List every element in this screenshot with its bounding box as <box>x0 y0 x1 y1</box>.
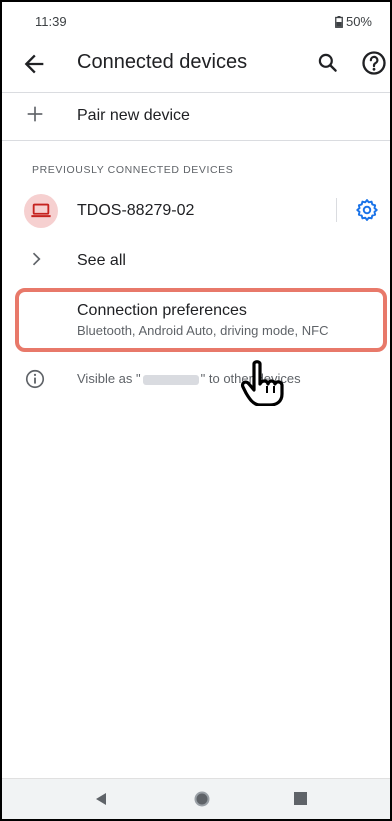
help-icon[interactable] <box>360 49 388 77</box>
status-time: 11:39 <box>35 14 67 29</box>
search-icon[interactable] <box>315 50 341 76</box>
page-title: Connected devices <box>77 51 248 73</box>
highlight-box <box>15 288 387 352</box>
info-icon <box>25 369 45 389</box>
see-all-label: See all <box>77 252 126 269</box>
status-right: 50% <box>335 14 372 29</box>
plus-icon <box>27 106 43 122</box>
status-bar: 11:39 50% <box>2 2 390 42</box>
see-all-row[interactable]: See all <box>2 240 390 280</box>
app-bar: Connected devices <box>2 42 390 86</box>
battery-level: 50% <box>345 14 372 29</box>
nav-recents-icon[interactable] <box>294 792 307 805</box>
redacted-device-name <box>142 374 199 385</box>
nav-home-icon[interactable] <box>194 791 210 807</box>
device-settings-separator <box>336 198 337 222</box>
hand-cursor-icon <box>240 360 284 406</box>
chevron-right-icon <box>32 252 41 266</box>
navigation-bar <box>2 778 390 819</box>
laptop-icon <box>31 203 51 218</box>
nav-back-icon[interactable] <box>94 792 108 806</box>
pair-new-device-label: Pair new device <box>77 107 190 124</box>
device-row[interactable]: TDOS-88279-02 <box>2 188 390 234</box>
pair-new-device-row[interactable]: Pair new device <box>2 95 390 135</box>
back-arrow-icon[interactable] <box>20 50 48 78</box>
section-divider <box>2 140 390 141</box>
device-avatar <box>24 194 58 228</box>
app-bar-divider <box>2 92 390 93</box>
visibility-prefix: Visible as " <box>77 371 141 386</box>
phone-screen: 11:39 50% Connected devices Pair new dev… <box>0 0 392 821</box>
gear-icon[interactable] <box>354 197 380 223</box>
section-header: PREVIOUSLY CONNECTED DEVICES <box>32 164 234 176</box>
battery-icon <box>335 15 343 28</box>
device-name: TDOS-88279-02 <box>77 202 195 219</box>
